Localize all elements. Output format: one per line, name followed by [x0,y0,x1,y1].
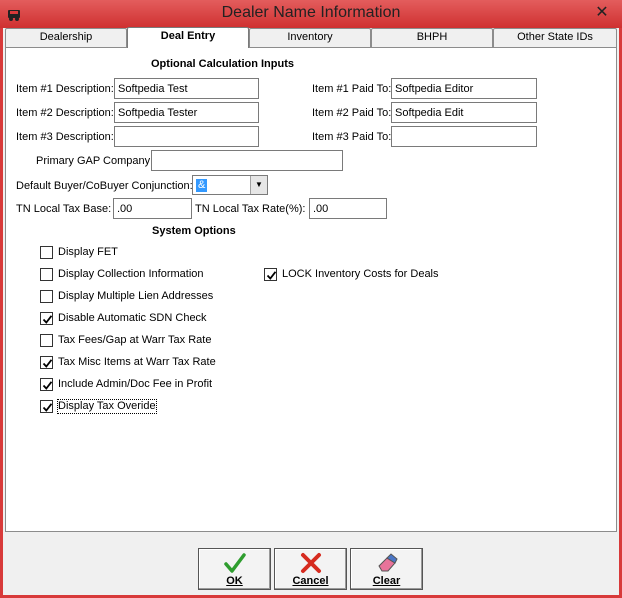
conjunction-selected-value: & [196,179,208,192]
conjunction-label: Default Buyer/CoBuyer Conjunction: [16,180,193,192]
item2-paid-to-label: Item #2 Paid To: [312,107,392,119]
checkbox-box[interactable] [40,268,53,281]
checkbox-label: Include Admin/Doc Fee in Profit [58,378,213,390]
checkmark-icon [42,381,53,390]
item3-paid-to-label: Item #3 Paid To: [312,131,392,143]
cancel-button[interactable]: Cancel [274,548,347,590]
checkmark-icon [42,359,53,368]
tax-rate-input[interactable] [309,198,387,219]
system-options-heading: System Options [152,225,236,237]
gap-company-label: Primary GAP Company: [36,155,154,167]
checkbox-label: LOCK Inventory Costs for Deals [282,268,439,280]
checkmark-icon [42,403,53,412]
clear-button[interactable]: Clear [350,548,423,590]
tab-inventory[interactable]: Inventory [249,28,371,47]
deal-entry-panel: Optional Calculation Inputs Item #1 Desc… [5,47,617,532]
conjunction-select[interactable]: & ▼ [192,175,268,195]
item2-description-label: Item #2 Description: [16,107,114,119]
checkbox-box[interactable] [40,334,53,347]
item1-description-label: Item #1 Description: [16,83,114,95]
checkbox-box[interactable] [40,312,53,325]
chevron-down-icon[interactable]: ▼ [250,176,267,194]
button-bar: OK Cancel Clear [0,532,622,598]
checkbox-label: Tax Fees/Gap at Warr Tax Rate [58,334,212,346]
title-bar[interactable]: Dealer Name Information ✕ [0,0,622,28]
tax-base-label: TN Local Tax Base: [16,203,112,215]
checkbox-box[interactable] [40,246,53,259]
checkbox-label: Display Collection Information [58,268,204,280]
gap-company-input[interactable] [151,150,343,171]
ok-button-label: OK [226,575,243,587]
item3-description-input[interactable] [114,126,259,147]
ok-button[interactable]: OK [198,548,271,590]
window-title: Dealer Name Information [221,4,401,21]
optional-inputs-heading: Optional Calculation Inputs [151,58,294,70]
tax-base-input[interactable] [113,198,192,219]
checkbox-box[interactable] [40,378,53,391]
item2-paid-to-input[interactable] [391,102,537,123]
checkbox-label: Tax Misc Items at Warr Tax Rate [58,356,216,368]
checkbox-label: Display Tax Overide [57,399,157,414]
clear-button-label: Clear [372,575,401,587]
checkbox-label: Display Multiple Lien Addresses [58,290,214,302]
item3-paid-to-input[interactable] [391,126,537,147]
checkbox-label: Disable Automatic SDN Check [58,312,207,324]
tab-bhph[interactable]: BHPH [371,28,493,47]
checkbox-label: Display FET [58,246,118,258]
checkmark-icon [223,553,246,573]
checkmark-icon [42,315,53,324]
close-button[interactable]: ✕ [588,2,616,24]
checkbox-box[interactable] [40,356,53,369]
item1-description-input[interactable] [114,78,259,99]
item1-paid-to-label: Item #1 Paid To: [312,83,392,95]
cancel-button-label: Cancel [292,575,329,587]
checkmark-icon [266,271,277,280]
eraser-icon [377,553,398,572]
item3-description-label: Item #3 Description: [16,131,114,143]
item2-description-input[interactable] [114,102,259,123]
red-x-icon [300,553,321,573]
tab-other-state-ids[interactable]: Other State IDs [493,28,617,47]
checkbox-box[interactable] [40,290,53,303]
tab-strip: Dealership Deal Entry Inventory BHPH Oth… [5,27,617,48]
tab-deal-entry[interactable]: Deal Entry [127,27,249,48]
checkbox-box[interactable] [264,268,277,281]
tax-rate-label: TN Local Tax Rate(%): [195,203,306,215]
checkbox-box[interactable] [40,400,53,413]
item1-paid-to-input[interactable] [391,78,537,99]
tab-dealership[interactable]: Dealership [5,28,127,47]
